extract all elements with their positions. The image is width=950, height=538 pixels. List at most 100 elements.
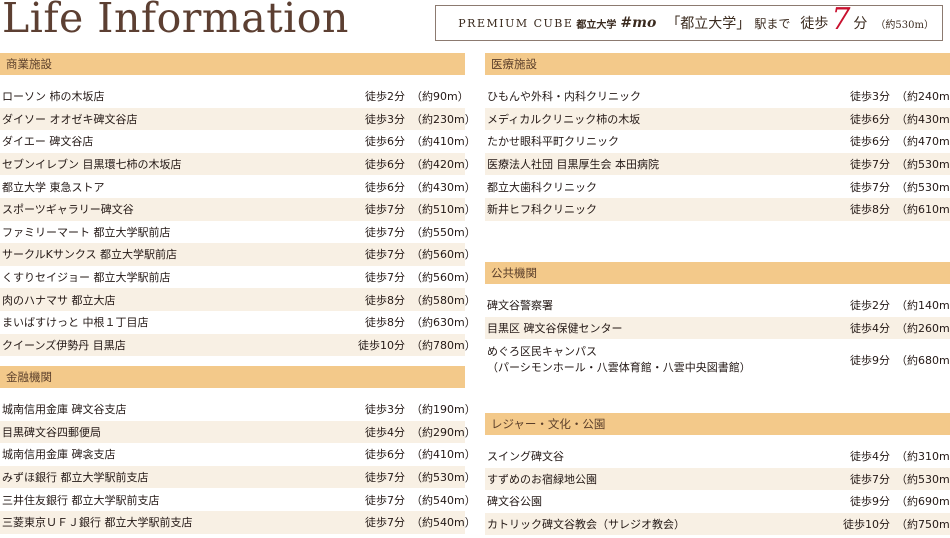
list-item: 目黒碑文谷四郵便局 徒歩4分 （約290m） [0, 420, 476, 444]
distance: （約630m） [411, 316, 476, 330]
distance: （約560m） [411, 248, 476, 262]
section-header-finance: 金融機関 [0, 366, 465, 388]
list-item: めぐろ区民キャンパス （パーシモンホール・八雲体育館・八雲中央図書館） 徒歩9分 （… [485, 339, 950, 380]
list-item: ローソン 柿の木坂店 徒歩2分 （約90m） [0, 85, 469, 108]
facility-name: セブンイレブン 目黒環七柿の木坂店 [2, 158, 182, 172]
facility-name: 目黒区 碑文谷保健センター [487, 321, 623, 335]
walk-time: 徒歩2分 [850, 299, 890, 313]
list-leisure: スイング碑文谷 徒歩4分 （約310m） すずめのお宿緑地公園 徒歩7分 （約530m） 碑… [485, 445, 950, 536]
list-item: みずほ銀行 都立大学駅前支店 徒歩7分 （約530m） [0, 465, 476, 489]
facility-name: 三井住友銀行 都立大学駅前支店 [2, 493, 160, 507]
list-item: すずめのお宿緑地公園 徒歩7分 （約530m） [485, 467, 950, 491]
facility-name: まいばすけっと 中根１丁目店 [2, 316, 149, 330]
walk-time: 徒歩6分 [365, 180, 405, 194]
walk-time: 徒歩6分 [365, 158, 405, 172]
walk-time: 徒歩7分 [850, 472, 890, 486]
facility-name: 目黒碑文谷四郵便局 [2, 425, 101, 439]
walk-time: 徒歩3分 [850, 90, 890, 104]
walk-time: 徒歩7分 [850, 180, 890, 194]
distance: （約610m） [896, 203, 950, 217]
list-item: 新井ヒフ科クリニック 徒歩8分 （約610m） [485, 197, 950, 221]
facility-name: ファミリーマート 都立大学駅前店 [2, 225, 171, 239]
walk-time: 徒歩3分 [365, 112, 405, 126]
distance: （約410m） [411, 448, 476, 462]
walk-time: 徒歩9分 [850, 353, 890, 367]
list-item: 城南信用金庫 碑文谷支店 徒歩3分 （約190m） [0, 398, 476, 421]
list-item: 碑文谷警察署 徒歩2分 （約140m） [485, 294, 950, 317]
walk-time: 徒歩7分 [850, 158, 890, 172]
walk-time: 徒歩7分 [365, 248, 405, 262]
distance: （約540m） [411, 493, 476, 507]
walk-time: 徒歩7分 [365, 471, 405, 485]
distance: （約680m） [896, 353, 950, 367]
walk-time: 徒歩10分 [358, 338, 405, 352]
walk-time: 徒歩7分 [365, 225, 405, 239]
distance: （約140m） [896, 299, 950, 313]
list-item: ダイエー 碑文谷店 徒歩6分 （約410m） [0, 130, 476, 153]
facility-name: ダイソー オオゼキ碑文谷店 [2, 112, 138, 126]
distance: （約240m） [896, 90, 950, 104]
facility-name: すずめのお宿緑地公園 [487, 472, 597, 486]
facility-name: クイーンズ伊勢丹 目黒店 [2, 338, 126, 352]
walk-time: 徒歩8分 [850, 203, 890, 217]
distance: （約510m） [411, 203, 476, 217]
section-header-medical: 医療施設 [485, 53, 950, 75]
distance: （約690m） [896, 495, 950, 509]
distance: （約430m） [411, 180, 476, 194]
list-item: たかせ眼科平町クリニック 徒歩6分 （約470m） [485, 130, 950, 153]
list-item: カトリック碑文谷教会（サレジオ教会） 徒歩10分 （約750m） [485, 512, 950, 536]
walk-time: 徒歩7分 [365, 516, 405, 530]
list-item: ファミリーマート 都立大学駅前店 徒歩7分 （約550m） [0, 221, 476, 244]
distance: （約530m） [896, 472, 950, 486]
facility-name: スポーツギャラリー碑文谷 [2, 203, 134, 217]
distance: （約260m） [896, 321, 950, 335]
facility-name: 城南信用金庫 碑文谷支店 [2, 403, 127, 417]
distance: （約580m） [411, 293, 476, 307]
walk-time: 徒歩7分 [365, 493, 405, 507]
walk-time: 徒歩9分 [850, 495, 890, 509]
walk-time: 徒歩3分 [365, 403, 405, 417]
walk-time: 徒歩4分 [365, 425, 405, 439]
facility-name: 碑文谷公園 [487, 495, 542, 509]
facility-name: 三菱東京ＵＦＪ銀行 都立大学駅前支店 [2, 516, 193, 530]
list-item: まいばすけっと 中根１丁目店 徒歩8分 （約630m） [0, 311, 476, 334]
distance: （約90m） [411, 90, 469, 104]
walk-time: 徒歩4分 [850, 321, 890, 335]
facility-name: メディカルクリニック柿の木坂 [487, 112, 641, 126]
list-public: 碑文谷警察署 徒歩2分 （約140m） 目黒区 碑文谷保健センター 徒歩4分 （約260m… [485, 294, 950, 380]
walk-time: 徒歩6分 [365, 135, 405, 149]
facility-name: みずほ銀行 都立大学駅前支店 [2, 471, 149, 485]
facility-name: 都立大学 東急ストア [2, 180, 105, 194]
walk-time: 徒歩10分 [843, 518, 890, 532]
list-item: セブンイレブン 目黒環七柿の木坂店 徒歩6分 （約420m） [0, 152, 476, 176]
walk-time: 徒歩7分 [365, 203, 405, 217]
list-item: スポーツギャラリー碑文谷 徒歩7分 （約510m） [0, 197, 476, 221]
distance: （約550m） [411, 225, 476, 239]
distance: （約560m） [411, 271, 476, 285]
distance: （約530m） [896, 158, 950, 172]
facility-name: スイング碑文谷 [487, 450, 564, 464]
list-item: 目黒区 碑文谷保健センター 徒歩4分 （約260m） [485, 316, 950, 340]
walk-time: 徒歩7分 [365, 271, 405, 285]
distance: （約310m） [896, 450, 950, 464]
list-item: 三菱東京ＵＦＪ銀行 都立大学駅前支店 徒歩7分 （約540m） [0, 510, 476, 534]
distance: （約190m） [411, 403, 476, 417]
list-item: 都立大歯科クリニック 徒歩7分 （約530m） [485, 175, 950, 198]
section-header-public: 公共機関 [485, 262, 950, 284]
list-item: 城南信用金庫 碑衾支店 徒歩6分 （約410m） [0, 443, 476, 466]
distance: （約470m） [896, 135, 950, 149]
list-item: 三井住友銀行 都立大学駅前支店 徒歩7分 （約540m） [0, 488, 476, 511]
walk-time: 徒歩6分 [850, 112, 890, 126]
walk-time: 徒歩4分 [850, 450, 890, 464]
distance: （約430m） [896, 112, 950, 126]
distance: （約750m） [896, 518, 950, 532]
section-header-leisure: レジャー・文化・公園 [485, 413, 950, 435]
distance: （約410m） [411, 135, 476, 149]
distance: （約530m） [411, 471, 476, 485]
facility-name: くすりセイジョー 都立大学駅前店 [2, 271, 171, 285]
facility-name: カトリック碑文谷教会（サレジオ教会） [487, 518, 685, 532]
walk-time: 徒歩6分 [850, 135, 890, 149]
walk-time: 徒歩8分 [365, 316, 405, 330]
facility-name: 城南信用金庫 碑衾支店 [2, 448, 116, 462]
facility-name: たかせ眼科平町クリニック [487, 135, 619, 149]
